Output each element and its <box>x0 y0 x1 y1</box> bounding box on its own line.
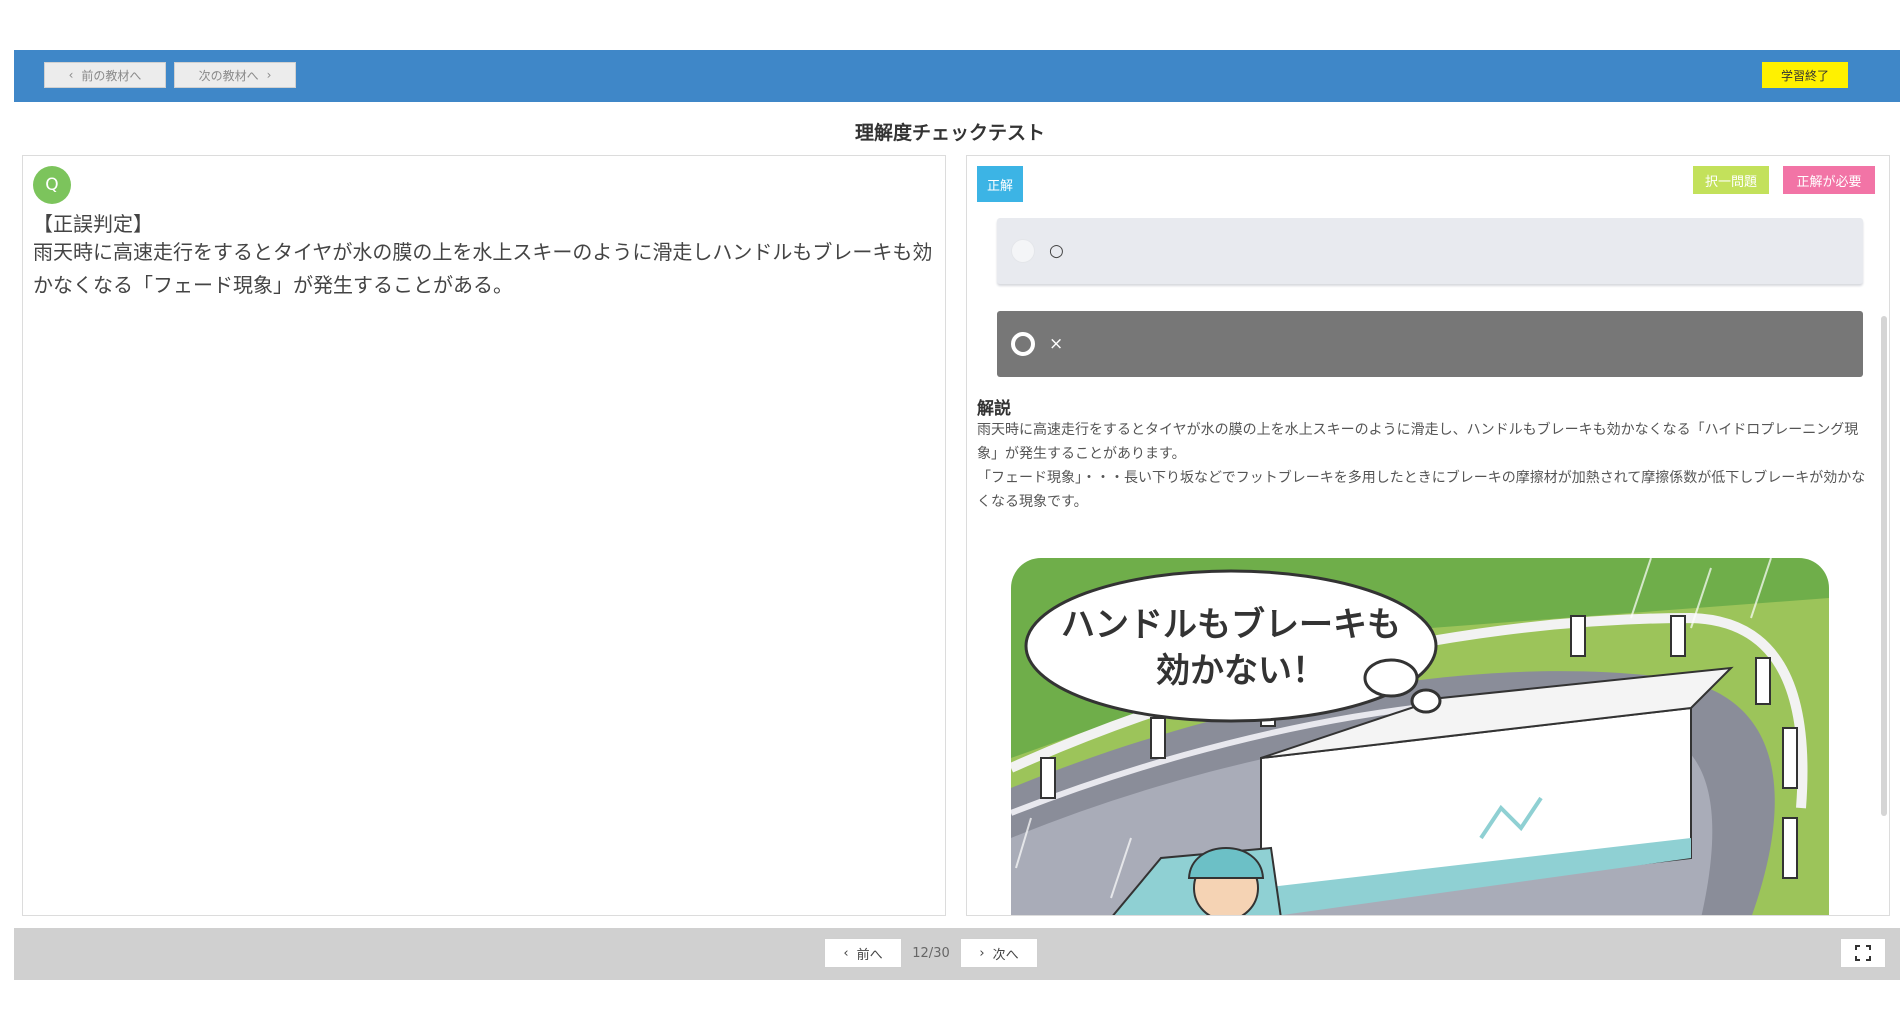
explanation-text: 雨天時に高速走行をするとタイヤが水の膜の上を水上スキーのように滑走し、ハンドルも… <box>977 418 1877 514</box>
fullscreen-button[interactable] <box>1840 938 1886 968</box>
question-badge: Q <box>33 166 71 204</box>
next-material-label: 次の教材へ <box>198 68 259 83</box>
chevron-right-icon: › <box>979 945 985 961</box>
finish-study-button[interactable]: 学習終了 <box>1762 62 1848 88</box>
question-panel: Q 【正誤判定】 雨天時に高速走行をするとタイヤが水の膜の上を水上スキーのように… <box>22 155 946 916</box>
top-bar: ‹ 前の教材へ 次の教材へ › 学習終了 <box>14 50 1900 102</box>
explanation-line: 「フェード現象」・・・長い下り坂などでフットブレーキを多用したときにブレーキの摩… <box>977 470 1866 510</box>
speech-text-line1: ハンドルもブレーキも <box>1061 605 1401 645</box>
choice-maru[interactable]: ○ <box>997 218 1863 284</box>
chevron-left-icon: ‹ <box>843 945 849 961</box>
question-counter: 12/30 <box>912 945 950 961</box>
fullscreen-icon <box>1855 945 1871 961</box>
hydroplaning-illustration: ハンドルもブレーキも 効かない！ <box>1011 558 1829 915</box>
explanation-heading: 解説 <box>977 399 1011 419</box>
prev-question-button[interactable]: ‹ 前へ <box>824 938 902 968</box>
answer-panel: 正解 択一問題 正解が必要 ○ × 解説 雨天時に高速走行をするとタイヤが水の膜… <box>966 155 1890 916</box>
next-material-button[interactable]: 次の教材へ › <box>174 62 296 88</box>
choice-label: ○ <box>1049 241 1064 261</box>
choice-batsu[interactable]: × <box>997 311 1863 377</box>
next-question-label: 次へ <box>992 947 1019 963</box>
next-question-button[interactable]: › 次へ <box>960 938 1038 968</box>
scrollbar[interactable] <box>1881 316 1887 816</box>
truck-in-rain-illustration: ハンドルもブレーキも 効かない！ <box>1011 558 1829 915</box>
choice-label: × <box>1049 334 1064 354</box>
speech-text-line2: 効かない！ <box>1156 651 1326 691</box>
correct-badge: 正解 <box>977 166 1023 202</box>
chevron-left-icon: ‹ <box>68 68 74 82</box>
single-choice-tag: 択一問題 <box>1693 166 1769 194</box>
radio-selected-icon[interactable] <box>1011 332 1035 356</box>
explanation-line: 雨天時に高速走行をするとタイヤが水の膜の上を水上スキーのように滑走し、ハンドルも… <box>977 422 1859 462</box>
bottom-bar: ‹ 前へ 12/30 › 次へ <box>14 928 1900 980</box>
question-type-label: 【正誤判定】 <box>33 212 153 236</box>
correct-required-tag: 正解が必要 <box>1783 166 1875 194</box>
prev-question-label: 前へ <box>856 947 883 963</box>
radio-unselected-icon[interactable] <box>1011 239 1035 263</box>
prev-material-label: 前の教材へ <box>81 68 142 83</box>
prev-material-button[interactable]: ‹ 前の教材へ <box>44 62 166 88</box>
question-text: 雨天時に高速走行をするとタイヤが水の膜の上を水上スキーのように滑走しハンドルもブ… <box>33 240 933 297</box>
chevron-right-icon: › <box>266 68 272 82</box>
page-title: 理解度チェックテスト <box>854 122 1045 144</box>
